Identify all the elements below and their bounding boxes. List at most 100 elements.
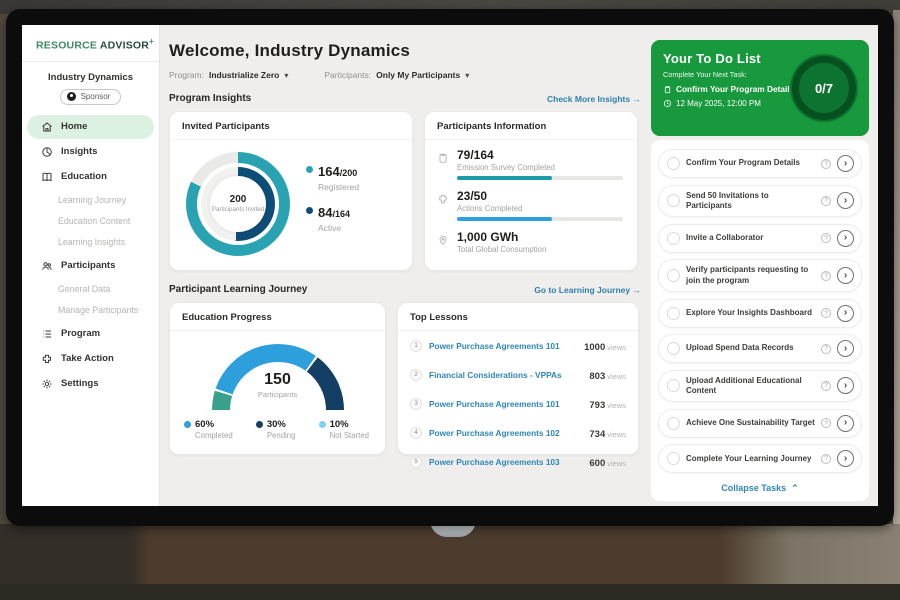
- sidebar-item-home[interactable]: Home: [27, 115, 154, 139]
- task-checkbox[interactable]: [667, 342, 680, 355]
- program-filter-label: Program:: [169, 70, 204, 80]
- sidebar-item-label: Program: [61, 328, 100, 339]
- sidebar-item-general-data[interactable]: General Data: [22, 279, 159, 300]
- legend-pending: 30% Pending: [256, 419, 296, 440]
- chevron-right-icon[interactable]: ›: [837, 415, 854, 432]
- help-icon[interactable]: ?: [821, 454, 831, 464]
- logo-text-advisor: ADVISOR: [100, 40, 149, 52]
- background-wall-right: [893, 10, 900, 530]
- help-icon[interactable]: ?: [821, 344, 831, 354]
- chevron-right-icon[interactable]: ›: [837, 305, 854, 322]
- task-checkbox[interactable]: [667, 379, 680, 392]
- registered-label: Registered: [318, 182, 359, 192]
- gauge-value: 150: [264, 371, 291, 388]
- task-checkbox[interactable]: [667, 269, 680, 282]
- sidebar-item-label: Insights: [61, 146, 97, 157]
- task-achieve-sustainability-target[interactable]: Achieve One Sustainability Target ? ›: [658, 409, 862, 438]
- go-to-learning-journey-link[interactable]: Go to Learning Journey →: [534, 285, 641, 295]
- learning-cards-row: Education Progress 150 Participants 60% …: [169, 302, 641, 455]
- check-more-insights-link[interactable]: Check More Insights →: [547, 94, 641, 104]
- help-icon[interactable]: ?: [821, 308, 831, 318]
- lesson-link[interactable]: Power Purchase Agreements 101: [429, 341, 577, 351]
- learning-journey-header: Participant Learning Journey Go to Learn…: [169, 284, 641, 295]
- task-invite-collaborator[interactable]: Invite a Collaborator ? ›: [658, 224, 862, 253]
- task-checkbox[interactable]: [667, 157, 680, 170]
- sidebar-item-settings[interactable]: Settings: [27, 372, 154, 396]
- registered-total: /200: [340, 168, 358, 178]
- task-explore-insights[interactable]: Explore Your Insights Dashboard ? ›: [658, 299, 862, 328]
- not-started-dot: [319, 421, 326, 428]
- active-dot: [306, 207, 313, 214]
- invited-legend: 164/200 Registered 84/164 Active: [306, 163, 359, 245]
- task-checkbox[interactable]: [667, 417, 680, 430]
- clipboard-icon: [663, 85, 672, 94]
- participants-filter[interactable]: Participants: Only My Participants ▾: [324, 70, 469, 80]
- pin-icon: [437, 234, 449, 246]
- top-lessons-card: Top Lessons 1 Power Purchase Agreements …: [397, 302, 639, 455]
- help-icon[interactable]: ?: [821, 381, 831, 391]
- actions-completed-bar: [457, 217, 623, 221]
- main-content: Welcome, Industry Dynamics Program: Indu…: [160, 25, 651, 506]
- sidebar-item-learning-journey[interactable]: Learning Journey: [22, 190, 159, 211]
- lesson-rank: 1: [410, 340, 422, 352]
- active-total: /164: [332, 209, 350, 219]
- chevron-right-icon[interactable]: ›: [837, 230, 854, 247]
- task-checkbox[interactable]: [667, 194, 680, 207]
- chevron-right-icon[interactable]: ›: [837, 155, 854, 172]
- education-progress-card: Education Progress 150 Participants 60% …: [169, 302, 386, 455]
- sidebar-item-learning-insights[interactable]: Learning Insights: [22, 232, 159, 253]
- task-upload-educational-content[interactable]: Upload Additional Educational Content ? …: [658, 370, 862, 403]
- chevron-right-icon[interactable]: ›: [837, 267, 854, 284]
- home-icon: [41, 121, 53, 133]
- learning-journey-title: Participant Learning Journey: [169, 284, 307, 295]
- program-filter[interactable]: Program: Industrialize Zero ▾: [169, 70, 288, 80]
- sidebar-item-label: Participants: [61, 260, 115, 271]
- active-label: Active: [318, 223, 359, 233]
- chevron-right-icon[interactable]: ›: [837, 377, 854, 394]
- top-lessons-title: Top Lessons: [398, 303, 638, 331]
- chevron-right-icon[interactable]: ›: [837, 192, 854, 209]
- sidebar-item-take-action[interactable]: Take Action: [27, 347, 154, 371]
- lesson-link[interactable]: Power Purchase Agreements 101: [429, 399, 582, 409]
- chevron-right-icon[interactable]: ›: [837, 450, 854, 467]
- todo-progress-value: 0/7: [815, 81, 833, 96]
- completed-dot: [184, 421, 191, 428]
- chevron-right-icon[interactable]: ›: [837, 340, 854, 357]
- invited-participants-card: Invited Participants 200 Participants In…: [169, 111, 413, 271]
- participants-information-body: 79/164 Emission Survey Completed 23/50 A…: [425, 140, 637, 254]
- page-title: Welcome, Industry Dynamics: [169, 41, 641, 61]
- app-logo: RESOURCE ADVISOR+: [22, 25, 159, 62]
- active-value: 84: [318, 205, 332, 220]
- task-verify-participants[interactable]: Verify participants requesting to join t…: [658, 259, 862, 292]
- task-checkbox[interactable]: [667, 452, 680, 465]
- lesson-link[interactable]: Financial Considerations - VPPAs: [429, 370, 582, 380]
- education-progress-gauge: 150 Participants: [212, 344, 344, 410]
- task-upload-spend-data[interactable]: Upload Spend Data Records ? ›: [658, 334, 862, 363]
- lesson-row: 1 Power Purchase Agreements 101 1000view…: [398, 331, 638, 360]
- help-icon[interactable]: ?: [821, 196, 831, 206]
- sidebar-item-education-content[interactable]: Education Content: [22, 211, 159, 232]
- task-complete-learning-journey[interactable]: Complete Your Learning Journey ? ›: [658, 444, 862, 473]
- active-legend-item: 84/164 Active: [306, 204, 359, 233]
- sidebar-item-program[interactable]: Program: [27, 322, 154, 346]
- dashboard-screen: RESOURCE ADVISOR+ Industry Dynamics Spon…: [22, 25, 878, 506]
- lesson-link[interactable]: Power Purchase Agreements 102: [429, 428, 582, 438]
- task-checkbox[interactable]: [667, 307, 680, 320]
- sidebar-item-participants[interactable]: Participants: [27, 254, 154, 278]
- help-icon[interactable]: ?: [821, 418, 831, 428]
- task-send-invitations[interactable]: Send 50 Invitations to Participants ? ›: [658, 185, 862, 218]
- collapse-tasks-link[interactable]: Collapse Tasks ⌃: [658, 480, 862, 496]
- program-insights-title: Program Insights: [169, 93, 251, 104]
- sidebar-item-manage-participants[interactable]: Manage Participants: [22, 300, 159, 321]
- help-icon[interactable]: ?: [821, 271, 831, 281]
- task-checkbox[interactable]: [667, 232, 680, 245]
- help-icon[interactable]: ?: [821, 233, 831, 243]
- registered-value: 164: [318, 164, 340, 179]
- sidebar-item-education[interactable]: Education: [27, 165, 154, 189]
- legend-not-started: 10% Not Started: [319, 419, 369, 440]
- lesson-link[interactable]: Power Purchase Agreements 103: [429, 457, 582, 467]
- lesson-rank: 3: [410, 398, 422, 410]
- help-icon[interactable]: ?: [821, 159, 831, 169]
- task-confirm-program-details[interactable]: Confirm Your Program Details ? ›: [658, 149, 862, 178]
- sidebar-item-insights[interactable]: Insights: [27, 140, 154, 164]
